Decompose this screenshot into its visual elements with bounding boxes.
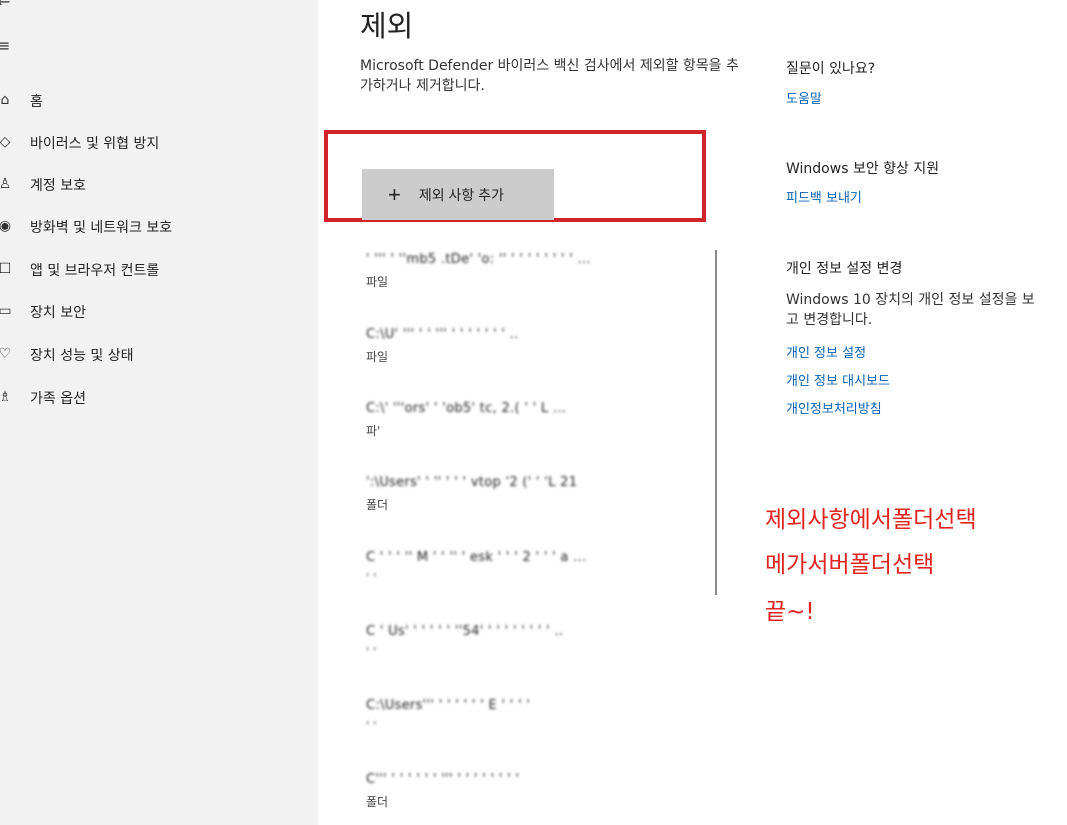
page-description: Microsoft Defender 바이러스 백신 검사에서 제외할 항목을 … bbox=[360, 58, 739, 94]
exclusion-item[interactable]: C''' ' ' ' ' ' ' ''' ' ' ' ' ' ' ' ' 폴더 bbox=[366, 772, 696, 810]
privacy-statement-link[interactable]: 개인정보처리방침 bbox=[786, 398, 882, 417]
heart-icon: ♡ bbox=[0, 346, 12, 362]
exclusion-path: ' ''' ' ''mb5 .tDe' 'o: '' ' ' ' ' ' ' '… bbox=[366, 252, 591, 267]
back-icon[interactable]: ← bbox=[0, 0, 10, 11]
privacy-dashboard-link[interactable]: 개인 정보 대시보드 bbox=[786, 370, 890, 389]
feedback-link[interactable]: 피드백 보내기 bbox=[786, 187, 862, 206]
sidebar-item-label: 앱 및 브라우저 컨트롤 bbox=[30, 263, 160, 279]
sidebar-item-device-performance[interactable]: ♡ 장치 성능 및 상태 bbox=[0, 339, 300, 369]
family-icon: ♗ bbox=[0, 389, 12, 405]
exclusion-path: C''' ' ' ' ' ' ' ''' ' ' ' ' ' ' ' ' bbox=[366, 772, 520, 787]
plus-icon: + bbox=[388, 181, 401, 207]
exclusion-type: 파일 bbox=[366, 350, 389, 364]
help-link[interactable]: 도움말 bbox=[786, 88, 822, 107]
sidebar-item-device-security[interactable]: ▭ 장치 보안 bbox=[0, 296, 300, 326]
exclusion-type: 폴더 bbox=[366, 498, 389, 512]
privacy-heading: 개인 정보 설정 변경 bbox=[786, 261, 903, 277]
exclusion-path: C:\Users''' ' ' ' ' ' ' E ' ' ' ' bbox=[366, 698, 531, 713]
device-icon: ▭ bbox=[0, 303, 12, 319]
privacy-settings-link[interactable]: 개인 정보 설정 bbox=[786, 342, 866, 361]
exclusion-type: 폴더 bbox=[366, 795, 389, 809]
sidebar-item-label: 바이러스 및 위협 방지 bbox=[30, 136, 160, 152]
exclusion-list-scrollbar[interactable] bbox=[715, 250, 717, 595]
exclusion-item[interactable]: C ' ' ' '' M ' ' '' ' esk ' ' ' 2 ' ' ' … bbox=[366, 550, 696, 585]
add-exclusion-button[interactable]: + 제외 사항 추가 bbox=[362, 169, 554, 220]
wifi-icon: ◉ bbox=[0, 218, 12, 234]
annotation-line-1: 제외사항에서폴더선택 bbox=[765, 507, 977, 533]
privacy-description: Windows 10 장치의 개인 정보 설정을 보고 변경합니다. bbox=[786, 292, 1035, 328]
exclusion-item[interactable]: C ' Us' ' ' ' ' ' ''54' ' ' ' ' ' ' ' ' … bbox=[366, 624, 696, 659]
exclusion-type: ' ' bbox=[366, 645, 377, 659]
exclusion-path: C:\' '''ors' ' 'ob5' tc, 2.( ' ' L ... bbox=[366, 401, 567, 416]
sidebar-item-home[interactable]: ⌂ 홈 bbox=[0, 85, 300, 115]
exclusion-type: ' ' bbox=[366, 719, 377, 733]
sidebar-item-app-browser[interactable]: ☐ 앱 및 브라우저 컨트롤 bbox=[0, 254, 300, 284]
home-icon: ⌂ bbox=[0, 92, 10, 108]
shield-icon: ◇ bbox=[0, 134, 11, 150]
question-heading: 질문이 있나요? bbox=[786, 61, 876, 77]
exclusion-path: C ' ' ' '' M ' ' '' ' esk ' ' ' 2 ' ' ' … bbox=[366, 550, 587, 565]
improve-heading: Windows 보안 향상 지원 bbox=[786, 161, 940, 177]
exclusion-item[interactable]: ':\Users' ' '' ' ' ' vtop '2 (' ' 'L 21 … bbox=[366, 475, 696, 513]
person-icon: ♙ bbox=[0, 176, 12, 192]
page-title: 제외 bbox=[360, 9, 414, 43]
exclusion-item[interactable]: ' ''' ' ''mb5 .tDe' 'o: '' ' ' ' ' ' ' '… bbox=[366, 252, 696, 290]
annotation-line-3: 끝~! bbox=[765, 599, 815, 625]
sidebar-item-label: 홈 bbox=[30, 94, 43, 110]
exclusion-type: 파' bbox=[366, 424, 381, 438]
sidebar-item-family-options[interactable]: ♗ 가족 옵션 bbox=[0, 382, 300, 412]
exclusion-item[interactable]: C:\Users''' ' ' ' ' ' ' E ' ' ' ' ' ' bbox=[366, 698, 696, 733]
exclusion-type: 파일 bbox=[366, 275, 389, 289]
sidebar-item-label: 장치 보안 bbox=[30, 305, 86, 321]
sidebar-item-label: 가족 옵션 bbox=[30, 391, 86, 407]
hamburger-menu-icon[interactable]: ≡ bbox=[0, 36, 10, 55]
exclusion-type: ' ' bbox=[366, 571, 377, 585]
annotation-line-2: 메가서버폴더선택 bbox=[765, 552, 935, 578]
sidebar-item-account-protection[interactable]: ♙ 계정 보호 bbox=[0, 169, 300, 199]
exclusion-path: ':\Users' ' '' ' ' ' vtop '2 (' ' 'L 21 bbox=[366, 475, 578, 490]
add-exclusion-label: 제외 사항 추가 bbox=[418, 186, 504, 203]
exclusion-item[interactable]: C:\' '''ors' ' 'ob5' tc, 2.( ' ' L ... 파… bbox=[366, 401, 696, 439]
exclusion-item[interactable]: C:\U' ''' ' ' ''' ' ' ' ' ' ' ' .. 파일 bbox=[366, 327, 696, 365]
sidebar-item-virus-protection[interactable]: ◇ 바이러스 및 위협 방지 bbox=[0, 127, 300, 157]
app-browser-icon: ☐ bbox=[0, 261, 12, 277]
sidebar: ← ≡ ⌂ 홈 ◇ 바이러스 및 위협 방지 ♙ 계정 보호 ◉ 방화벽 및 네… bbox=[0, 0, 318, 825]
sidebar-item-label: 방화벽 및 네트워크 보호 bbox=[30, 220, 173, 236]
sidebar-item-firewall[interactable]: ◉ 방화벽 및 네트워크 보호 bbox=[0, 211, 300, 241]
exclusion-path: C:\U' ''' ' ' ''' ' ' ' ' ' ' ' .. bbox=[366, 327, 519, 342]
sidebar-item-label: 장치 성능 및 상태 bbox=[30, 348, 134, 364]
exclusion-path: C ' Us' ' ' ' ' ' ''54' ' ' ' ' ' ' ' ' … bbox=[366, 624, 564, 639]
sidebar-item-label: 계정 보호 bbox=[30, 178, 86, 194]
